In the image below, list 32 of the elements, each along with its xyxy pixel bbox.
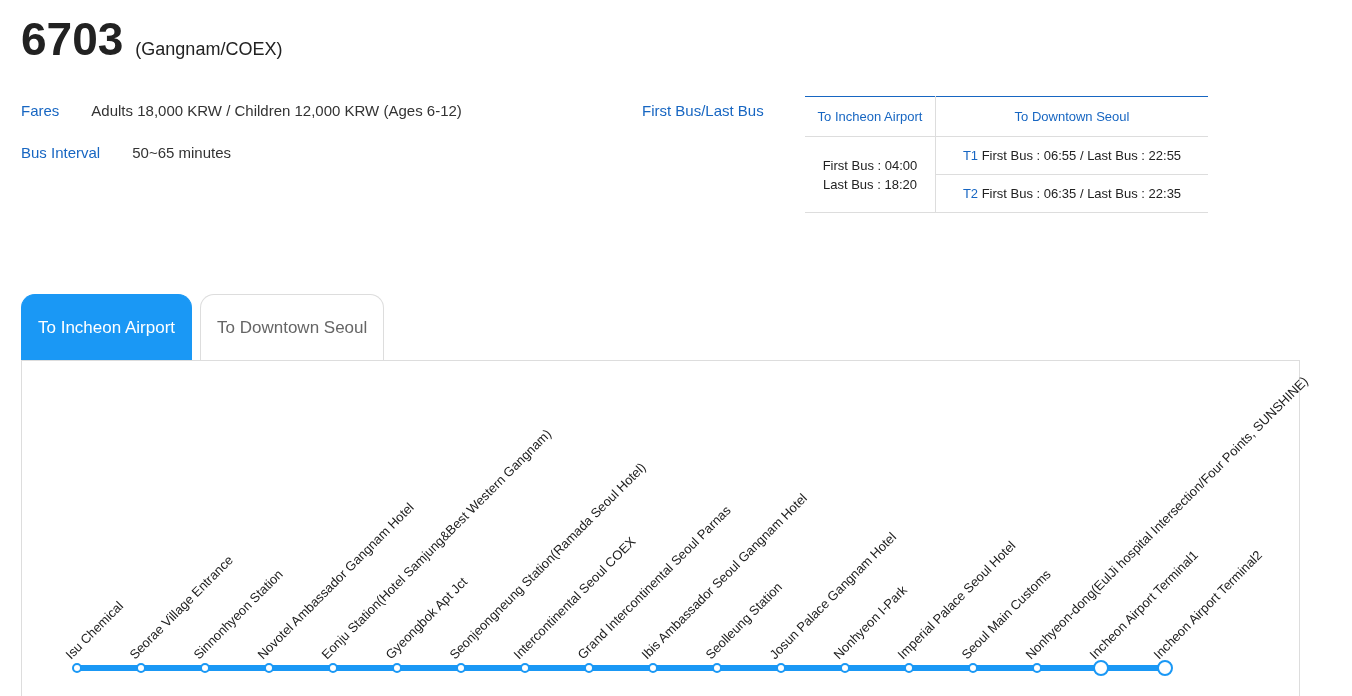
stop-marker xyxy=(712,663,722,673)
stop-marker xyxy=(904,663,914,673)
stop-marker xyxy=(1093,660,1109,676)
stop-marker xyxy=(1032,663,1042,673)
table-cell: T2 First Bus : 06:35 / Last Bus : 22:35 xyxy=(935,174,1208,213)
info-label: Fares xyxy=(21,102,60,121)
direction-tab[interactable]: To Downtown Seoul xyxy=(200,294,385,360)
direction-tab[interactable]: To Incheon Airport xyxy=(21,294,193,360)
stop-marker xyxy=(328,663,338,673)
stop-marker xyxy=(136,663,146,673)
table-header: To Incheon Airport xyxy=(805,96,936,137)
stop-marker xyxy=(840,663,850,673)
stop-marker xyxy=(1157,660,1173,676)
table-cell: First Bus : 04:00 Last Bus : 18:20 xyxy=(805,136,936,213)
stop-marker xyxy=(72,663,82,673)
stop-marker xyxy=(264,663,274,673)
stop-marker xyxy=(456,663,466,673)
stop-marker xyxy=(968,663,978,673)
table-cell: T1 First Bus : 06:55 / Last Bus : 22:55 xyxy=(935,136,1208,175)
stop-marker xyxy=(520,663,530,673)
route-name: (Gangnam/COEX) xyxy=(135,39,283,60)
stop-marker xyxy=(584,663,594,673)
info-value: 50~65 minutes xyxy=(132,144,232,163)
info-value: Adults 18,000 KRW / Children 12,000 KRW (Ages 6-12) xyxy=(91,102,462,121)
stop-marker xyxy=(200,663,210,673)
stop-marker xyxy=(392,663,402,673)
stop-marker xyxy=(648,663,658,673)
route-number: 6703 xyxy=(21,12,124,66)
table-header: To Downtown Seoul xyxy=(935,96,1208,137)
schedule-label: First Bus/Last Bus xyxy=(642,102,765,119)
info-label: Bus Interval xyxy=(21,144,101,163)
stop-marker xyxy=(776,663,786,673)
